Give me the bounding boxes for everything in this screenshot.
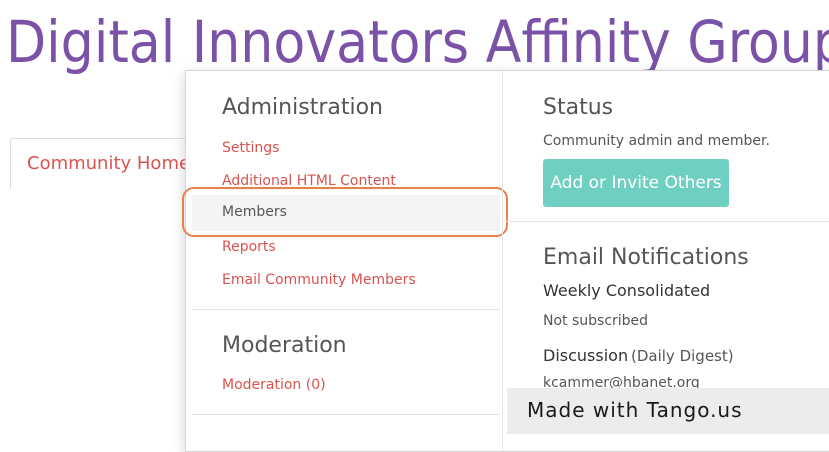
tab-community-home[interactable]: Community Home: [10, 138, 212, 189]
reports-link[interactable]: Reports: [222, 239, 276, 255]
status-heading: Status: [543, 95, 614, 120]
status-text: Community admin and member.: [543, 133, 770, 149]
members-highlight-outline: [182, 187, 508, 237]
admin-column: Administration Settings Additional HTML …: [182, 71, 508, 451]
discussion-label: Discussion: [543, 346, 629, 365]
moderation-divider: [192, 414, 500, 415]
weekly-consolidated-value: Not subscribed: [543, 313, 649, 329]
tango-watermark-text: Made with Tango.us: [527, 398, 743, 422]
weekly-consolidated-label: Weekly Consolidated: [543, 281, 711, 300]
administration-heading: Administration: [222, 95, 383, 120]
settings-link[interactable]: Settings: [222, 140, 279, 156]
add-or-invite-others-button[interactable]: Add or Invite Others: [543, 159, 729, 207]
moderation-link[interactable]: Moderation (0): [222, 377, 326, 393]
email-notifications-heading: Email Notifications: [543, 245, 749, 270]
tab-community-home-label: Community Home: [27, 153, 191, 174]
status-divider: [503, 221, 829, 222]
admin-divider: [192, 309, 500, 310]
moderation-heading: Moderation: [222, 333, 347, 358]
discussion-frequency[interactable]: (Daily Digest): [631, 347, 734, 365]
email-community-members-link[interactable]: Email Community Members: [222, 272, 416, 288]
tango-watermark: Made with Tango.us: [507, 388, 829, 434]
